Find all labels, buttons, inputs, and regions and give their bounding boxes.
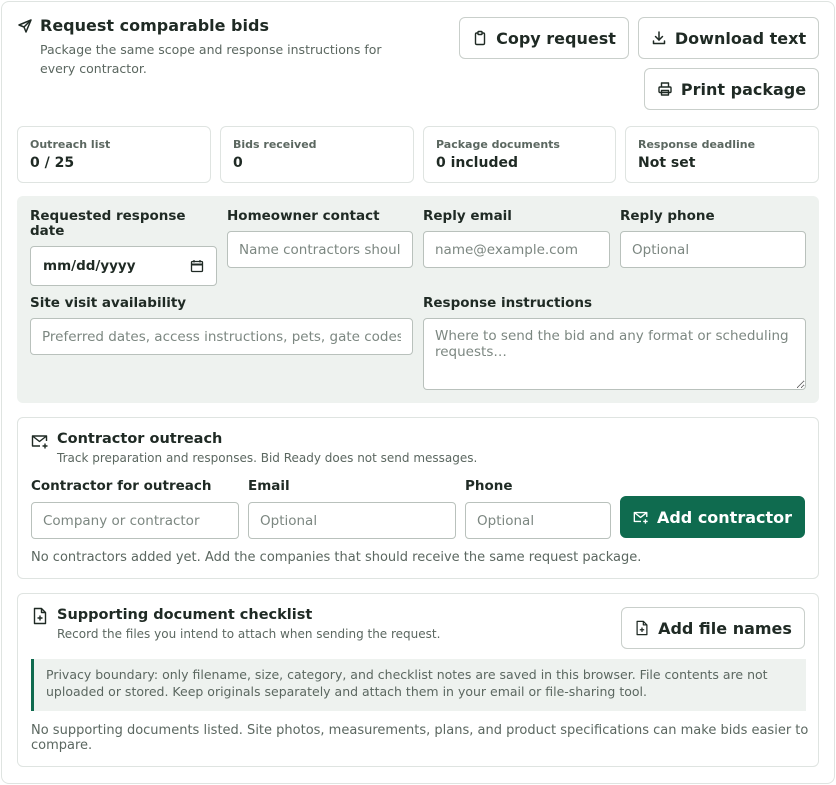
mail-plus-icon [633,511,648,524]
homeowner-contact-input[interactable] [227,231,413,268]
add-file-names-button[interactable]: Add file names [621,607,805,649]
reply-email-label: Reply email [423,208,512,224]
stat-package-documents: Package documents 0 included [423,126,616,183]
contractor-phone-label: Phone [465,478,513,494]
print-package-button[interactable]: Print package [644,68,819,110]
file-plus-icon [636,620,648,636]
mail-plus-icon [31,432,49,450]
outreach-title: Contractor outreach [57,431,223,447]
outreach-empty-state: No contractors added yet. Add the compan… [31,550,642,565]
download-text-button[interactable]: Download text [638,17,819,59]
add-contractor-label: Add contractor [656,507,793,527]
response-instructions-label: Response instructions [423,295,593,311]
response-instructions-textarea[interactable] [423,318,806,390]
contractor-phone-input[interactable] [465,502,611,539]
print-package-label: Print package [680,79,807,99]
response-date-input[interactable]: mm/dd/yyyy [30,246,217,286]
stat-value: 0 [233,155,243,171]
download-icon [652,31,666,45]
page-subtitle: Package the same scope and response inst… [40,42,382,76]
response-date-value: mm/dd/yyyy [43,258,136,274]
stat-bids-received: Bids received 0 [220,126,414,183]
documents-empty-state: No supporting documents listed. Site pho… [31,723,809,753]
homeowner-contact-label: Homeowner contact [227,208,380,224]
stat-label: Outreach list [30,138,111,151]
stat-label: Response deadline [638,138,756,151]
site-visit-input[interactable] [30,318,413,355]
contractor-label: Contractor for outreach [31,478,212,494]
outreach-subtitle: Track preparation and responses. Bid Rea… [57,451,478,465]
stat-outreach-list: Outreach list 0 / 25 [17,126,211,183]
copy-request-label: Copy request [496,28,616,48]
supporting-documents-section: Supporting document checklist Record the… [17,593,819,767]
contractor-email-input[interactable] [248,502,456,539]
stat-value: 0 included [436,155,518,171]
documents-title: Supporting document checklist [57,607,313,623]
documents-subtitle: Record the files you intend to attach wh… [57,627,441,641]
reply-phone-input[interactable] [620,231,806,268]
calendar-icon[interactable] [190,259,204,273]
response-date-label: Requested response date [30,208,186,239]
site-visit-label: Site visit availability [30,295,187,311]
contractor-input[interactable] [31,502,239,539]
printer-icon [658,82,672,96]
contractor-email-label: Email [248,478,290,494]
contractor-outreach-section: Contractor outreach Track preparation an… [17,417,819,579]
clipboard-icon [474,30,486,46]
stat-response-deadline: Response deadline Not set [625,126,819,183]
add-file-names-label: Add file names [658,618,792,638]
send-icon [17,18,33,34]
reply-phone-label: Reply phone [620,208,715,224]
stat-value: Not set [638,155,696,171]
add-contractor-button[interactable]: Add contractor [620,496,805,538]
reply-email-input[interactable] [423,231,610,268]
file-plus-icon [31,607,49,625]
stat-value: 0 / 25 [30,155,75,171]
copy-request-button[interactable]: Copy request [459,17,629,59]
page-title: Request comparable bids [40,16,269,35]
download-text-label: Download text [674,28,807,48]
stat-label: Bids received [233,138,317,151]
privacy-notice: Privacy boundary: only filename, size, c… [31,659,806,711]
stat-label: Package documents [436,138,560,151]
